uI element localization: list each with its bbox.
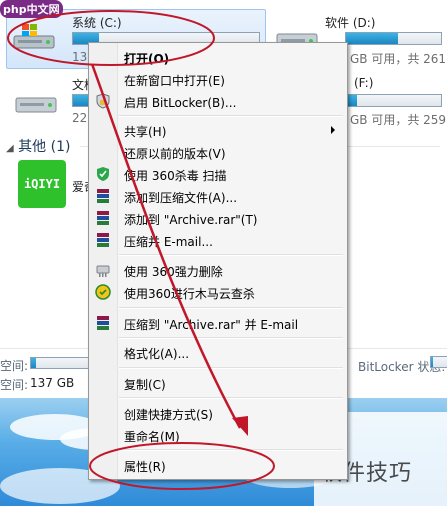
menu-item-label: 压缩到 "Archive.rar" 并 E-mail <box>124 318 299 332</box>
menu-item-create-shortcut[interactable]: 创建快捷方式(S) <box>91 402 343 424</box>
menu-item-label: 添加到压缩文件(A)... <box>124 191 238 205</box>
menu-separator <box>119 254 343 256</box>
drive-f-usage-bar <box>345 94 442 107</box>
menu-separator <box>119 337 343 339</box>
menu-item-copy[interactable]: 复制(C) <box>91 372 343 394</box>
menu-separator <box>119 449 343 451</box>
context-menu: 打开(O) 在新窗口中打开(E) 启用 BitLocker(B)... 共享(H… <box>88 42 348 480</box>
menu-item-label: 使用360进行木马云查杀 <box>124 287 255 301</box>
menu-item-label: 属性(R) <box>124 460 166 474</box>
detail-usage-bar-2 <box>430 356 447 368</box>
menu-item-label: 打开(O) <box>124 52 170 66</box>
menu-item-format[interactable]: 格式化(A)... <box>91 341 343 363</box>
menu-separator <box>119 397 343 399</box>
menu-item-compress-rar-email[interactable]: 压缩到 "Archive.rar" 并 E-mail <box>91 312 343 334</box>
menu-item-label: 使用 360杀毒 扫描 <box>124 169 227 183</box>
menu-item-label: 共享(H) <box>124 125 167 139</box>
menu-item-label: 还原以前的版本(V) <box>124 147 226 161</box>
menu-item-add-archive[interactable]: 添加到压缩文件(A)... <box>91 185 343 207</box>
submenu-arrow-icon <box>331 126 335 134</box>
menu-item-label: 复制(C) <box>124 378 166 392</box>
hard-drive-icon <box>15 97 57 113</box>
iqiyi-app-icon[interactable]: iQIYI <box>18 160 66 208</box>
detail-free-label: 空间: <box>0 359 29 373</box>
menu-item-open-new-window[interactable]: 在新窗口中打开(E) <box>91 68 343 90</box>
menu-item-add-archive-rar[interactable]: 添加到 "Archive.rar"(T) <box>91 207 343 229</box>
winrar-icon <box>97 316 109 330</box>
winrar-icon <box>97 189 109 203</box>
drive-d-name[interactable]: 软件 (D:) <box>325 14 375 31</box>
menu-item-restore-versions[interactable]: 还原以前的版本(V) <box>91 141 343 163</box>
360-trojan-icon <box>95 284 111 300</box>
menu-item-label: 在新窗口中打开(E) <box>124 74 225 88</box>
menu-item-360-shred[interactable]: 使用 360强力删除 <box>91 259 343 281</box>
drive-f-name[interactable]: (F:) <box>354 76 373 90</box>
menu-item-bitlocker[interactable]: 启用 BitLocker(B)... <box>91 90 343 112</box>
collapse-arrow-icon: ◢ <box>6 143 14 154</box>
360-shred-icon <box>96 265 110 277</box>
winrar-icon <box>97 211 109 225</box>
php-watermark-logo: php中文网 <box>0 0 86 20</box>
menu-item-label: 压缩并 E-mail... <box>124 235 213 249</box>
menu-separator <box>119 367 343 369</box>
menu-item-properties[interactable]: 属性(R) <box>91 454 343 476</box>
menu-item-360-trojan[interactable]: 使用360进行木马云查杀 <box>91 281 343 303</box>
menu-item-label: 格式化(A)... <box>124 347 190 361</box>
menu-item-label: 启用 BitLocker(B)... <box>124 96 237 110</box>
menu-item-label: 添加到 "Archive.rar"(T) <box>124 213 258 227</box>
detail-total-value: 137 GB <box>30 376 75 390</box>
section-heading-label: 其他 (1) <box>18 139 71 155</box>
drive-f-space: GB 可用，共 259 <box>350 113 447 127</box>
360-antivirus-icon <box>97 167 109 181</box>
windows-drive-icon <box>13 24 55 49</box>
detail-total-label: 空间: <box>0 378 29 392</box>
menu-separator <box>119 115 343 117</box>
menu-item-label: 重命名(M) <box>124 430 180 444</box>
menu-separator <box>119 307 343 309</box>
watermark-site: php中文网 <box>0 0 63 18</box>
winrar-icon <box>97 233 109 247</box>
drive-d-usage-bar <box>345 32 442 45</box>
drive-d-space: GB 可用，共 261 <box>350 52 447 66</box>
detail-usage-bar <box>30 357 92 369</box>
menu-item-360-scan[interactable]: 使用 360杀毒 扫描 <box>91 163 343 185</box>
menu-item-compress-email[interactable]: 压缩并 E-mail... <box>91 229 343 251</box>
section-heading-other[interactable]: ◢ 其他 (1) <box>6 136 70 156</box>
menu-item-label: 创建快捷方式(S) <box>124 408 213 422</box>
menu-item-open[interactable]: 打开(O) <box>91 46 343 68</box>
menu-item-label: 使用 360强力删除 <box>124 265 223 279</box>
shield-icon <box>96 93 110 109</box>
menu-item-rename[interactable]: 重命名(M) <box>91 424 343 446</box>
menu-item-share[interactable]: 共享(H) <box>91 119 343 141</box>
